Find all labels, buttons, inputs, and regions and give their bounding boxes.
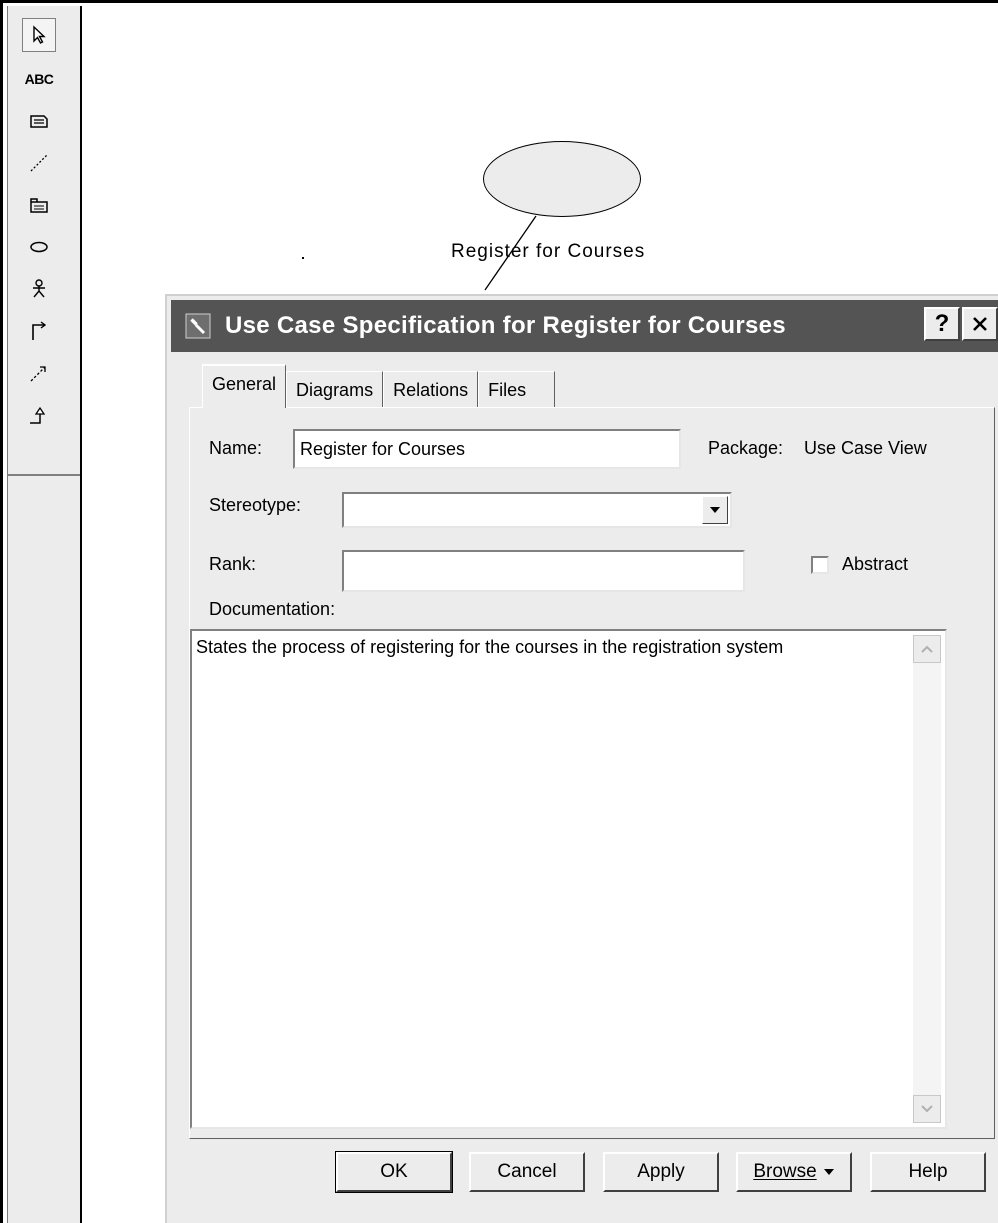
use-case-label-connector <box>484 215 537 291</box>
dependency-icon[interactable] <box>22 356 56 390</box>
tab-general[interactable]: General <box>202 364 287 408</box>
stereotype-dropdown-button[interactable] <box>702 496 728 524</box>
documentation-label: Documentation: <box>209 599 336 619</box>
title-help-button[interactable]: ? <box>924 307 960 341</box>
dialog-tabs: General Diagrams Relations Files <box>202 364 556 408</box>
package-icon[interactable] <box>22 188 56 222</box>
scroll-up-icon <box>921 645 933 653</box>
documentation-textarea[interactable]: States the process of registering for th… <box>190 629 947 1129</box>
scroll-up-button[interactable] <box>913 635 941 663</box>
stereotype-label: Stereotype: <box>209 495 302 515</box>
browse-label: Browse <box>753 1161 817 1182</box>
scroll-down-button[interactable] <box>913 1095 941 1123</box>
scroll-down-icon <box>921 1105 933 1113</box>
documentation-text: States the process of registering for th… <box>196 637 784 657</box>
chevron-down-icon <box>710 507 720 513</box>
title-close-button[interactable] <box>962 307 998 341</box>
rank-field[interactable] <box>342 550 745 592</box>
use-case-spec-icon <box>181 309 215 343</box>
use-case-specification-dialog: Use Case Specification for Register for … <box>165 294 998 1223</box>
actor-icon[interactable] <box>22 272 56 306</box>
text-box-tool[interactable]: ABC <box>22 62 56 96</box>
selection-arrow-icon[interactable] <box>22 18 56 52</box>
apply-button[interactable]: Apply <box>603 1152 719 1192</box>
dialog-title: Use Case Specification for Register for … <box>225 312 786 339</box>
name-field[interactable] <box>293 429 681 469</box>
question-mark-icon: ? <box>934 310 950 337</box>
abstract-label: Abstract <box>842 554 909 574</box>
generalization-icon[interactable] <box>22 398 56 432</box>
diagram-toolbox: ABC <box>7 6 82 1223</box>
abstract-checkbox[interactable] <box>811 556 829 574</box>
tab-diagrams[interactable]: Diagrams <box>286 371 384 408</box>
close-icon <box>973 317 987 331</box>
documentation-scrollbar[interactable] <box>913 635 941 1123</box>
anchor-note-icon[interactable] <box>22 146 56 180</box>
browse-button[interactable]: Browse <box>736 1152 852 1192</box>
use-case-icon[interactable] <box>22 230 56 264</box>
stereotype-combobox[interactable] <box>342 492 732 528</box>
cancel-button[interactable]: Cancel <box>469 1152 585 1192</box>
toolbox-tools: ABC <box>8 6 80 476</box>
name-label: Name: <box>209 438 263 458</box>
dialog-titlebar[interactable]: Use Case Specification for Register for … <box>171 300 998 352</box>
note-icon[interactable] <box>22 104 56 138</box>
package-label: Package: <box>708 438 784 458</box>
tab-relations[interactable]: Relations <box>383 371 479 408</box>
canvas-dot <box>302 257 304 259</box>
chevron-down-icon <box>823 1169 834 1175</box>
package-value: Use Case View <box>804 438 927 458</box>
help-button[interactable]: Help <box>870 1152 986 1192</box>
rank-label: Rank: <box>209 554 257 574</box>
unidirectional-association-icon[interactable] <box>22 314 56 348</box>
ok-button[interactable]: OK <box>335 1151 453 1193</box>
tab-files[interactable]: Files <box>478 371 556 408</box>
use-case-label[interactable]: Register for Courses <box>451 241 645 263</box>
text-box-tool-label: ABC <box>24 71 54 87</box>
